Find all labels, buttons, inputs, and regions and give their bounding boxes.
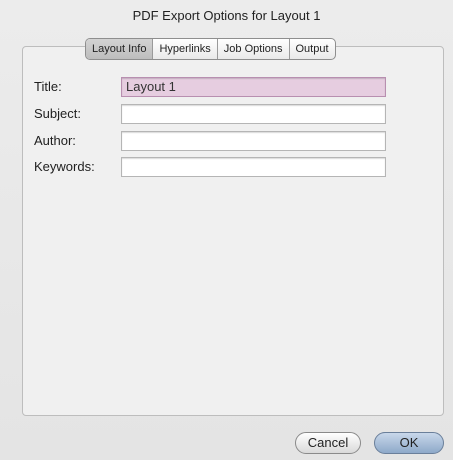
tab-output[interactable]: Output [290, 39, 335, 59]
tab-layout-info[interactable]: Layout Info [86, 39, 154, 59]
subject-field[interactable] [121, 104, 386, 124]
ok-button[interactable]: OK [374, 432, 444, 454]
keywords-field[interactable] [121, 157, 386, 177]
tab-content-panel [22, 46, 444, 416]
keywords-label: Keywords: [34, 159, 95, 174]
dialog-title: PDF Export Options for Layout 1 [132, 8, 321, 23]
tab-bar: Layout Info Hyperlinks Job Options Outpu… [85, 38, 336, 60]
author-label: Author: [34, 133, 76, 148]
author-field[interactable] [121, 131, 386, 151]
tab-job-options[interactable]: Job Options [218, 39, 290, 59]
title-label: Title: [34, 79, 62, 94]
pdf-export-options-dialog: PDF Export Options for Layout 1 Layout I… [0, 0, 453, 460]
tab-hyperlinks[interactable]: Hyperlinks [153, 39, 218, 59]
title-field[interactable] [121, 77, 386, 97]
subject-label: Subject: [34, 106, 81, 121]
cancel-button[interactable]: Cancel [295, 432, 361, 454]
